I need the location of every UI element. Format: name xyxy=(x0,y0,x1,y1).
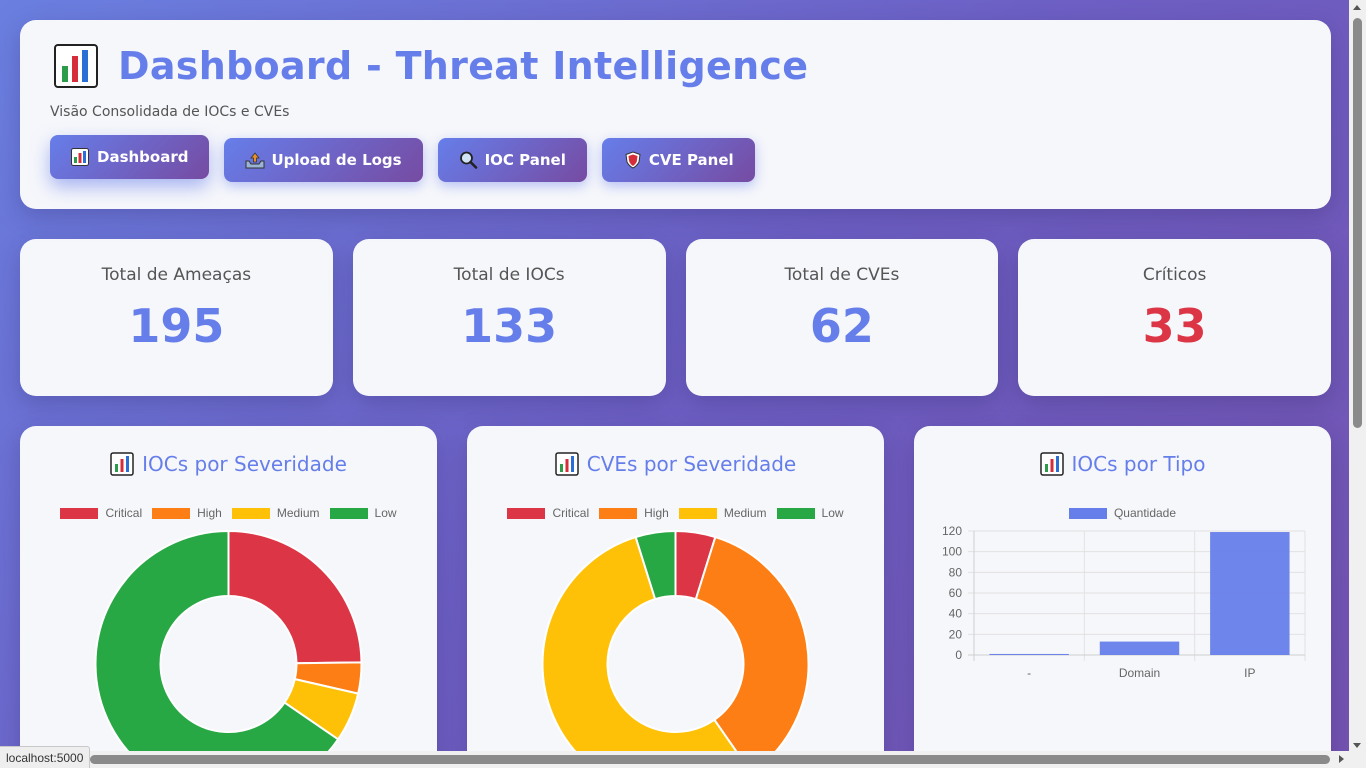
page-title: Dashboard - Threat Intelligence xyxy=(118,44,809,88)
stat-card-total-cves: Total de CVEs 62 xyxy=(685,239,999,396)
stat-value: 195 xyxy=(128,299,225,353)
y-tick-label: 20 xyxy=(949,627,963,641)
charts-row: IOCs por Severidade Critical High Medium Lo… xyxy=(20,426,1331,768)
nav-upload-button[interactable]: Upload de Logs xyxy=(224,138,423,182)
bar-domain[interactable] xyxy=(1099,641,1180,655)
stat-value: 133 xyxy=(461,299,558,353)
bar-unknown[interactable] xyxy=(989,653,1069,655)
doughnut-slice-critical[interactable] xyxy=(227,529,363,665)
stat-label: Total de IOCs xyxy=(453,265,565,285)
y-tick-label: 80 xyxy=(949,565,963,579)
nav-ioc-panel-button[interactable]: IOC Panel xyxy=(437,138,587,182)
ioc-type-bar-chart: 0 20 40 60 80 100 120 - Domain IP xyxy=(942,524,1306,680)
vertical-scroll-thumb[interactable] xyxy=(1353,18,1362,428)
stat-value: 62 xyxy=(809,299,874,353)
scroll-down-arrow-icon[interactable] xyxy=(1353,743,1361,748)
y-tick-label: 100 xyxy=(942,545,962,559)
horizontal-scrollbar[interactable] xyxy=(0,751,1349,768)
nav-upload-label: Upload de Logs xyxy=(271,151,402,169)
nav-ioc-panel-label: IOC Panel xyxy=(484,151,566,169)
page-subtitle: Visão Consolidada de IOCs e CVEs xyxy=(50,104,290,120)
scroll-up-arrow-icon[interactable] xyxy=(1353,5,1361,10)
stat-card-total-threats: Total de Ameaças 195 xyxy=(20,239,333,396)
bar-chart-icon xyxy=(71,148,91,166)
nav-dashboard-label: Dashboard xyxy=(97,148,189,166)
nav-dashboard-button[interactable]: Dashboard xyxy=(50,135,210,179)
scroll-right-arrow-icon[interactable] xyxy=(1339,755,1344,763)
y-tick-label: 0 xyxy=(955,648,962,662)
magnifier-icon xyxy=(459,151,479,169)
stat-label: Total de Ameaças xyxy=(101,265,252,285)
dashboard-page: Dashboard - Threat Intelligence Visão Co… xyxy=(20,20,1331,768)
y-tick-label: 120 xyxy=(942,524,962,538)
bar-ip[interactable] xyxy=(1210,532,1290,655)
stats-row: Total de Ameaças 195 Total de IOCs 133 T… xyxy=(20,239,1331,396)
vertical-scrollbar[interactable] xyxy=(1349,0,1366,768)
upload-tray-icon xyxy=(245,151,265,169)
x-tick-label: IP xyxy=(1244,666,1255,680)
horizontal-scroll-thumb[interactable] xyxy=(90,755,1330,764)
stat-card-total-iocs: Total de IOCs 133 xyxy=(352,239,666,396)
stat-label: Críticos xyxy=(1142,265,1207,285)
y-tick-label: 60 xyxy=(949,586,963,600)
ioc-severity-doughnut xyxy=(94,529,363,768)
chart-card-cve-severity: CVEs por Severidade Critical High Medium Lo… xyxy=(467,426,884,768)
stat-value: 33 xyxy=(1142,299,1207,353)
stat-card-critical: Críticos 33 xyxy=(1018,239,1331,396)
shield-icon xyxy=(623,151,643,169)
status-url-tooltip: localhost:5000 xyxy=(0,746,91,768)
x-tick-label: Domain xyxy=(1119,666,1160,680)
y-tick-label: 40 xyxy=(949,607,963,621)
cve-severity-doughnut xyxy=(541,529,810,768)
x-tick-label: - xyxy=(1027,666,1031,680)
nav-cve-panel-label: CVE Panel xyxy=(648,151,734,169)
nav-bar: Dashboard Upload de Logs IOC Panel CVE P… xyxy=(50,135,1301,182)
chart-card-ioc-severity: IOCs por Severidade Critical High Medium Lo… xyxy=(20,426,437,768)
chart-card-ioc-type: IOCs por Tipo Quantidade 0 20 40 60 80 100 120… xyxy=(914,426,1331,768)
stat-label: Total de CVEs xyxy=(784,265,900,285)
nav-cve-panel-button[interactable]: CVE Panel xyxy=(601,138,755,182)
header-card: Dashboard - Threat Intelligence Visão Co… xyxy=(20,20,1331,209)
bar-chart-icon xyxy=(54,44,98,88)
